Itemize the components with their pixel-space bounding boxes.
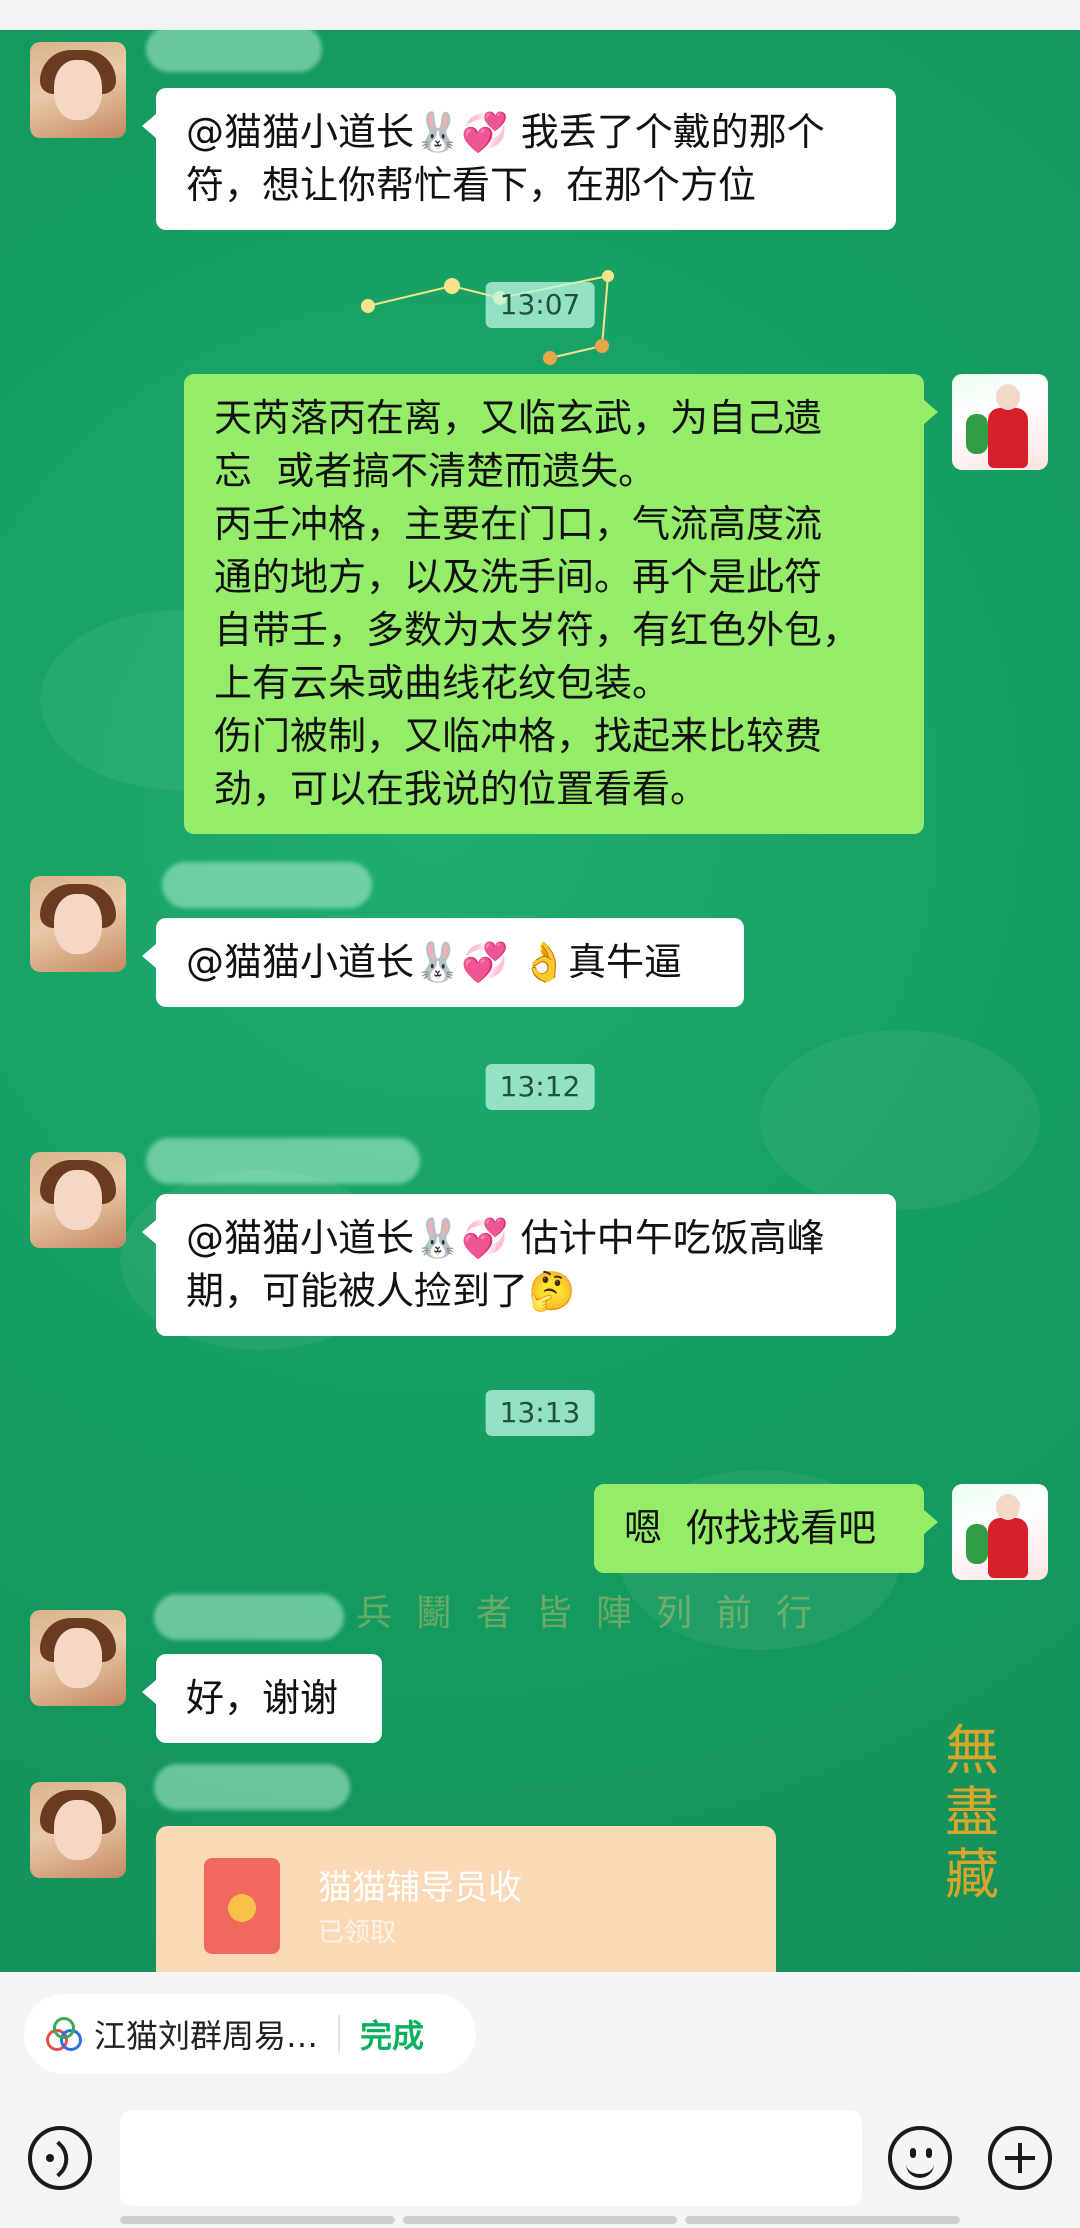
sender-name-blurred xyxy=(154,1764,350,1810)
home-indicator xyxy=(120,2216,961,2224)
avatar[interactable] xyxy=(30,876,126,972)
message-text: @猫猫小道长🐰💞 我丢了个戴的那个 符，想让你帮忙看下，在那个方位 xyxy=(186,110,825,207)
emoji-button[interactable] xyxy=(888,2126,952,2190)
divider xyxy=(338,2015,341,2053)
message-timestamp: 13:12 xyxy=(485,1064,595,1110)
sender-name-blurred xyxy=(162,862,372,908)
avatar[interactable] xyxy=(30,1782,126,1878)
message-text: @猫猫小道长🐰💞 👌真牛逼 xyxy=(186,940,683,984)
message-timestamp: 13:13 xyxy=(485,1390,595,1436)
message-bubble[interactable]: @猫猫小道长🐰💞 我丢了个戴的那个 符，想让你帮忙看下，在那个方位 xyxy=(142,88,896,230)
group-note-icon xyxy=(46,2017,82,2051)
message-timestamp: 13:07 xyxy=(485,282,595,328)
done-button[interactable]: 完成 xyxy=(360,2011,424,2057)
background-gold-calligraphy: 無盡藏 xyxy=(945,1719,999,1906)
message-text: 好，谢谢 xyxy=(186,1676,339,1720)
message-bubble[interactable]: 天芮落丙在离，又临玄武，为自己遗 忘 或者搞不清楚而遗失。 丙壬冲格，主要在门口… xyxy=(184,374,938,834)
message-text: 嗯 你找找看吧 xyxy=(624,1506,877,1550)
red-packet-title: 猫猫辅导员收 xyxy=(318,1868,522,1908)
avatar[interactable] xyxy=(952,1484,1048,1580)
status-strip xyxy=(0,0,1080,30)
sender-name-blurred xyxy=(146,1138,420,1184)
red-packet-card[interactable]: 猫猫辅导员收 已领取 xyxy=(156,1826,776,1972)
background-pattern xyxy=(760,1030,1040,1210)
background-calligraphy-text: 兵鬭者皆陣列前行 xyxy=(356,1593,837,1634)
sender-name-blurred xyxy=(154,1594,344,1640)
message-bubble[interactable]: @猫猫小道长🐰💞 👌真牛逼 xyxy=(142,918,744,1007)
red-packet-status: 已领取 xyxy=(318,1918,397,1948)
message-bubble[interactable]: @猫猫小道长🐰💞 估计中午吃饭高峰 期，可能被人捡到了🤔 xyxy=(142,1194,896,1336)
sender-name-blurred xyxy=(146,26,322,72)
avatar[interactable] xyxy=(952,374,1048,470)
more-button[interactable] xyxy=(988,2126,1052,2190)
message-text: @猫猫小道长🐰💞 估计中午吃饭高峰 期，可能被人捡到了🤔 xyxy=(186,1216,825,1313)
message-input[interactable] xyxy=(120,2110,862,2206)
avatar[interactable] xyxy=(30,1152,126,1248)
message-bubble[interactable]: 嗯 你找找看吧 xyxy=(594,1484,938,1573)
group-note-pill[interactable]: 江猫刘群周易… 完成 xyxy=(24,1994,476,2074)
message-bubble[interactable]: 好，谢谢 xyxy=(142,1654,382,1743)
message-text: 天芮落丙在离，又临玄武，为自己遗 忘 或者搞不清楚而遗失。 丙壬冲格，主要在门口… xyxy=(214,396,861,811)
group-note-title: 江猫刘群周易… xyxy=(94,2017,319,2055)
red-packet-icon xyxy=(204,1858,280,1954)
avatar[interactable] xyxy=(30,42,126,138)
voice-input-button[interactable] xyxy=(28,2126,92,2190)
avatar[interactable] xyxy=(30,1610,126,1706)
